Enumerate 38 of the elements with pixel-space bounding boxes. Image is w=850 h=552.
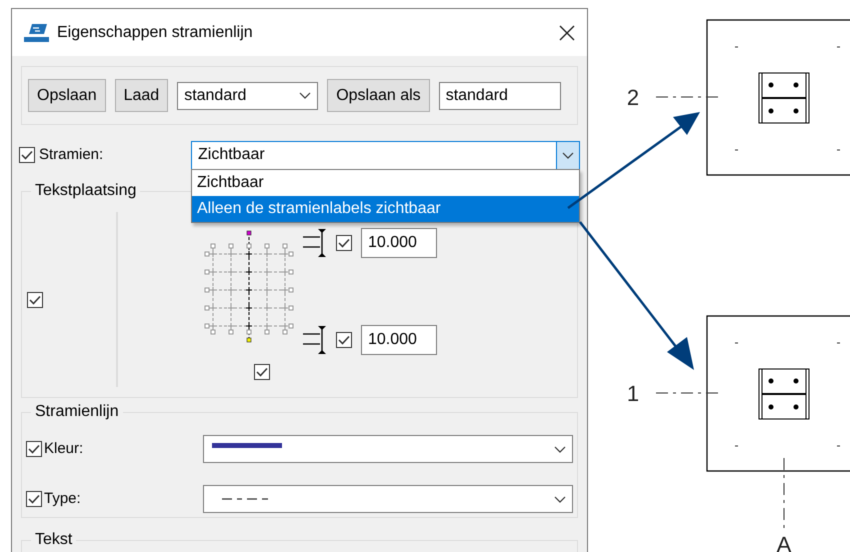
field-label: Type: (44, 488, 82, 509)
name-field[interactable]: standard (438, 82, 561, 110)
toolbar-button[interactable]: Laad (114, 79, 168, 112)
preset-select[interactable]: standard (177, 82, 318, 110)
chevron-down-icon (554, 496, 566, 502)
toolbar-button[interactable]: Opslaan (28, 79, 106, 112)
checkbox[interactable] (336, 235, 352, 251)
chevron-down-icon (562, 152, 574, 158)
checkbox[interactable] (19, 147, 35, 163)
dropdown-button[interactable] (556, 142, 579, 168)
checkbox[interactable] (26, 441, 42, 457)
line-type-select[interactable] (203, 485, 573, 513)
offset-field[interactable]: 10.000 (361, 228, 437, 258)
toolbar-button[interactable]: Opslaan als (327, 79, 430, 112)
offset-field[interactable]: 10.000 (361, 325, 437, 355)
grid-line (656, 96, 720, 98)
dropdown-option[interactable]: Zichtbaar (192, 170, 579, 196)
checkbox[interactable] (27, 292, 43, 308)
group-title: Stramienlijn (31, 402, 123, 422)
field-label: Kleur: (44, 438, 84, 459)
offset-dimension-icon (303, 325, 327, 355)
app-icon (24, 22, 49, 42)
grid-label: 2 (626, 85, 640, 110)
window-title: Eigenschappen stramienlijn (57, 22, 254, 42)
offset-dimension-icon (303, 228, 327, 258)
checkbox[interactable] (254, 364, 270, 380)
checkbox[interactable] (26, 491, 42, 507)
grid-label: 1 (626, 381, 640, 406)
grid-label: A (776, 532, 792, 552)
checkbox[interactable] (336, 332, 352, 348)
chevron-down-icon (554, 446, 566, 452)
color-select[interactable] (203, 435, 573, 463)
grid-line (656, 392, 720, 394)
group-title: Tekstplaatsing (31, 181, 140, 201)
chevron-down-icon (299, 92, 312, 99)
close-icon[interactable] (559, 24, 575, 40)
field-label: Stramien: (39, 144, 104, 165)
dropdown-option[interactable]: Alleen de stramienlabels zichtbaar (192, 196, 579, 222)
